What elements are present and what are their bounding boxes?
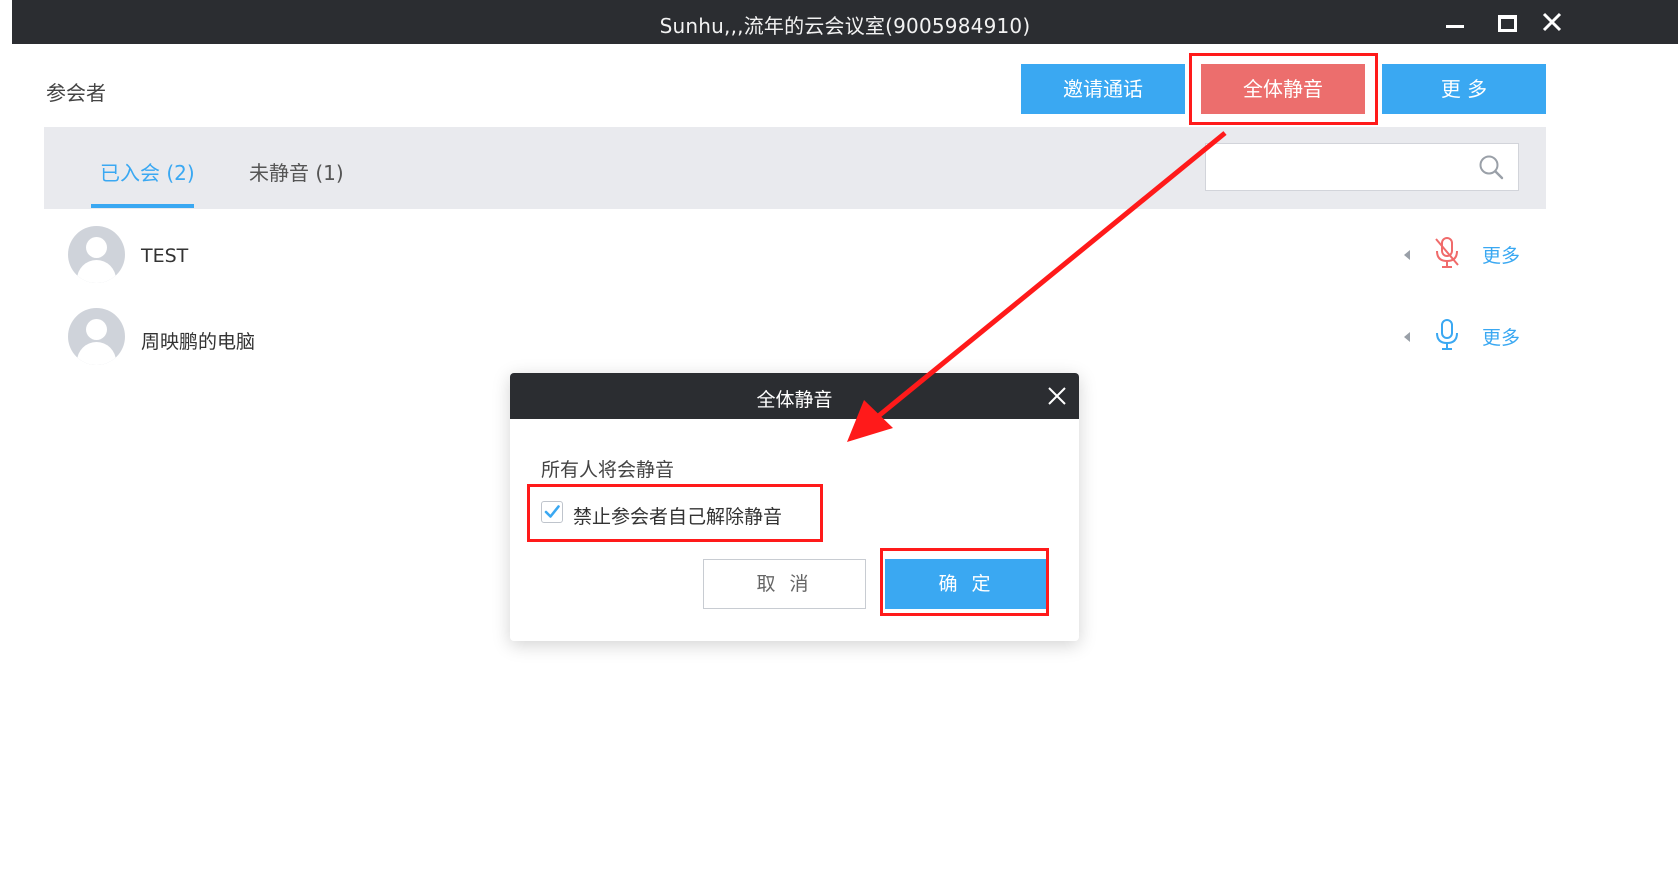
participant-more-link[interactable]: 更多 bbox=[1482, 241, 1520, 268]
mic-icon[interactable] bbox=[1433, 318, 1461, 352]
search-field[interactable] bbox=[1205, 143, 1519, 191]
muted-mic-icon[interactable] bbox=[1433, 236, 1461, 270]
invite-call-button[interactable]: 邀请通话 bbox=[1021, 64, 1185, 114]
minimize-icon bbox=[1446, 25, 1464, 28]
maximize-icon bbox=[1498, 15, 1517, 32]
participant-row[interactable]: TEST 更多 bbox=[44, 212, 1546, 292]
participant-name: 周映鹏的电脑 bbox=[141, 331, 256, 353]
highlight-box bbox=[1189, 53, 1378, 125]
highlight-box bbox=[880, 548, 1049, 616]
maximize-button[interactable] bbox=[1490, 6, 1522, 38]
minimize-button[interactable] bbox=[1438, 6, 1470, 38]
caret-left-icon bbox=[1404, 332, 1410, 342]
more-button[interactable]: 更 多 bbox=[1382, 64, 1546, 114]
highlight-box bbox=[527, 484, 823, 542]
participant-more-link[interactable]: 更多 bbox=[1482, 323, 1520, 350]
window-title: Sunhu,,,流年的云会议室(9005984910) bbox=[659, 14, 1031, 38]
close-window-button[interactable] bbox=[1536, 6, 1568, 38]
avatar bbox=[68, 226, 125, 283]
caret-left-icon bbox=[1404, 250, 1410, 260]
participant-row[interactable]: 周映鹏的电脑 更多 bbox=[44, 294, 1546, 374]
search-input[interactable] bbox=[1214, 152, 1468, 184]
participant-name: TEST bbox=[141, 245, 189, 267]
dialog-message: 所有人将会静音 bbox=[541, 459, 675, 481]
participant-tabs: 已入会 (2) 未静音 (1) bbox=[44, 127, 1546, 209]
close-icon[interactable] bbox=[1047, 386, 1067, 406]
dialog-title: 全体静音 bbox=[756, 389, 833, 411]
active-tab-indicator bbox=[91, 204, 194, 208]
meeting-window: Sunhu,,,流年的云会议室(9005984910) 参会者 邀请通话 全体静… bbox=[0, 0, 1678, 893]
tab-joined[interactable]: 已入会 (2) bbox=[100, 157, 195, 186]
cancel-button[interactable]: 取 消 bbox=[703, 559, 866, 609]
search-icon[interactable] bbox=[1478, 154, 1504, 180]
title-bar: Sunhu,,,流年的云会议室(9005984910) bbox=[12, 0, 1678, 44]
tab-unmuted[interactable]: 未静音 (1) bbox=[249, 157, 344, 186]
close-icon bbox=[1542, 12, 1562, 32]
avatar bbox=[68, 308, 125, 365]
dialog-header: 全体静音 bbox=[510, 373, 1079, 419]
participants-title: 参会者 bbox=[46, 81, 106, 105]
